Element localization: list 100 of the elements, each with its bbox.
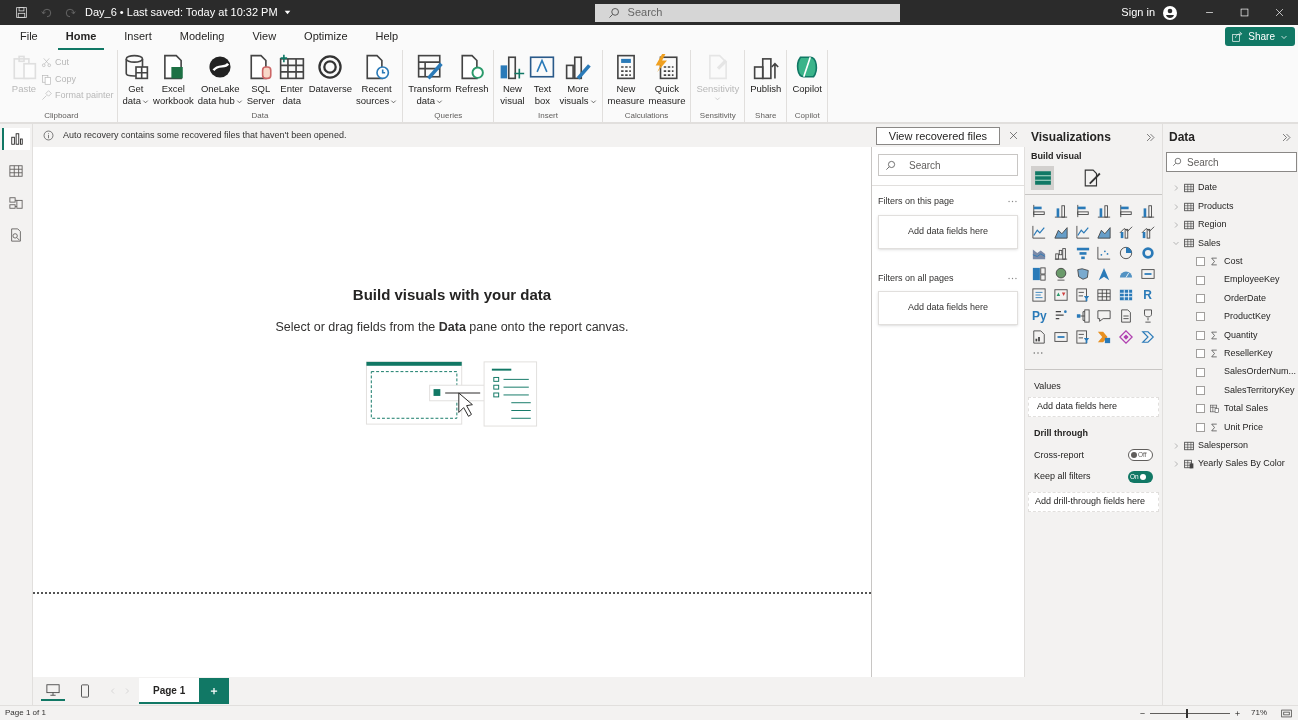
ribbon-button[interactable]: Enter data — [276, 54, 307, 107]
ribbon-button[interactable]: Get data — [120, 54, 152, 107]
add-page-button[interactable] — [199, 678, 230, 704]
visual-type-button[interactable] — [1031, 328, 1048, 346]
share-button[interactable]: Share — [1225, 27, 1295, 46]
horizontal-bar-chart-icon — [1032, 204, 1047, 218]
sign-in-link[interactable]: Sign in — [1121, 4, 1155, 21]
visual-type-button[interactable] — [1074, 202, 1091, 220]
visual-type-button[interactable] — [1074, 265, 1091, 283]
visual-type-button[interactable] — [1139, 202, 1156, 220]
zoom-in-icon[interactable] — [1234, 709, 1241, 717]
checkbox[interactable] — [1196, 422, 1205, 432]
visual-type-button[interactable] — [1074, 223, 1091, 241]
menu-tab[interactable]: View — [244, 27, 285, 50]
ribbon-button[interactable]: Refresh — [453, 54, 491, 95]
visual-type-button[interactable] — [1074, 286, 1091, 304]
table-row[interactable]: Products — [1163, 197, 1298, 216]
ribbon-button[interactable]: Recent sources — [354, 54, 400, 107]
visual-type-button[interactable]: R — [1139, 286, 1156, 304]
checkbox[interactable] — [1196, 294, 1205, 304]
checkbox[interactable] — [1196, 367, 1205, 377]
checkbox[interactable] — [1196, 275, 1205, 285]
checkbox[interactable] — [1196, 330, 1205, 340]
field-name: Total Sales — [1224, 402, 1269, 416]
menu-tab[interactable]: File — [12, 27, 46, 50]
visual-type-button[interactable] — [1031, 202, 1048, 220]
visual-type-button[interactable] — [1031, 223, 1048, 241]
fit-to-page-icon[interactable] — [1281, 707, 1292, 719]
share-label: Share — [1248, 30, 1275, 44]
table-icon — [1184, 219, 1194, 230]
visual-type-button[interactable] — [1074, 328, 1091, 346]
drill-through-drop-zone[interactable]: Add drill-through fields here — [1028, 491, 1159, 512]
visual-type-button[interactable] — [1117, 244, 1135, 262]
close-icon[interactable] — [1008, 130, 1019, 141]
ribbon-button[interactable]: OneLake data hub — [195, 54, 245, 107]
ribbon-button[interactable]: Publish — [748, 54, 784, 95]
pane-title: Visualizations — [1031, 129, 1111, 146]
view-report-button[interactable] — [2, 128, 30, 150]
visual-type-button[interactable] — [1096, 307, 1113, 325]
button-label: box — [534, 95, 551, 107]
checkbox[interactable] — [1196, 404, 1205, 414]
table-row[interactable]: Salesperson — [1163, 436, 1298, 455]
maximize-icon[interactable] — [1239, 7, 1250, 18]
ribbon-button[interactable]: SQL Server — [244, 54, 277, 107]
table-row[interactable]: Yearly Sales By Color — [1163, 454, 1298, 474]
visual-type-button[interactable] — [1139, 328, 1156, 346]
caret-icon[interactable] — [282, 8, 292, 17]
ribbon-button[interactable]: Text box — [527, 54, 558, 107]
visual-type-button[interactable] — [1139, 223, 1156, 241]
collapse-icon[interactable] — [1281, 131, 1292, 143]
filter-search-field[interactable]: Search — [878, 154, 1018, 176]
visual-type-button[interactable] — [1052, 202, 1070, 220]
collapse-icon[interactable] — [1145, 131, 1156, 143]
ribbon-button[interactable]: Excel workbook — [151, 54, 196, 107]
ribbon-button[interactable]: Dataverse — [306, 54, 354, 95]
mode-build-tab[interactable] — [1031, 165, 1054, 190]
visual-type-button[interactable] — [1117, 328, 1135, 346]
table-row[interactable]: Date — [1163, 179, 1298, 198]
group-label: Copilot — [793, 110, 821, 122]
button-label: Sensitivity — [696, 83, 740, 95]
table-row[interactable]: Sales — [1163, 234, 1298, 253]
filter-drop-zone[interactable]: Add data fields here — [878, 214, 1018, 249]
visual-type-button[interactable] — [1096, 286, 1113, 304]
checkbox[interactable] — [1196, 312, 1205, 322]
page-tab[interactable]: Page 1 — [139, 678, 200, 704]
view-desktop-button[interactable] — [41, 681, 65, 701]
ribbon-button[interactable]: Quick measure — [646, 54, 688, 107]
menu-tab[interactable]: Optimize — [296, 27, 356, 50]
visual-type-button[interactable] — [1139, 244, 1156, 262]
menu-tab[interactable]: Help — [367, 27, 407, 50]
visual-type-button[interactable] — [1074, 307, 1091, 325]
ribbon-button[interactable]: More visuals — [557, 54, 599, 107]
menu-tab[interactable]: Insert — [116, 27, 160, 50]
visual-type-button[interactable] — [1052, 286, 1070, 304]
undo-icon[interactable] — [41, 6, 53, 19]
ribbon-button[interactable]: Copilot — [790, 54, 824, 95]
filter-drop-zone[interactable]: Add data fields here — [878, 291, 1018, 325]
visual-type-button[interactable] — [1117, 202, 1135, 220]
page-count: Page 1 of 1 — [5, 707, 46, 719]
ribbon-button[interactable]: New measure — [605, 54, 647, 107]
checkbox[interactable] — [1196, 257, 1205, 267]
save-icon[interactable] — [15, 6, 28, 19]
table-row[interactable]: Region — [1163, 215, 1298, 235]
checkbox[interactable] — [1196, 386, 1205, 395]
button-label: Quick — [654, 83, 680, 95]
menu-tab[interactable]: Modeling — [171, 27, 233, 50]
search-placeholder: Search — [909, 158, 941, 173]
data-search-field[interactable]: Search — [1166, 152, 1297, 172]
visual-type-button[interactable]: Py — [1031, 307, 1048, 325]
redo-icon[interactable] — [64, 6, 76, 19]
checkbox[interactable] — [1196, 349, 1205, 359]
ribbon-button[interactable]: Transform data — [406, 54, 454, 107]
visual-type-button[interactable] — [1096, 202, 1113, 220]
search-field[interactable]: Search — [594, 3, 900, 22]
visual-type-button[interactable] — [1117, 223, 1135, 241]
visual-type-button[interactable] — [1031, 265, 1048, 283]
ribbon-button[interactable]: New visual — [497, 54, 528, 107]
values-drop-zone[interactable]: Add data fields here — [1028, 397, 1159, 417]
view-recovered-files-button[interactable]: View recovered files — [875, 126, 1000, 145]
avatar-icon[interactable] — [1162, 4, 1178, 21]
